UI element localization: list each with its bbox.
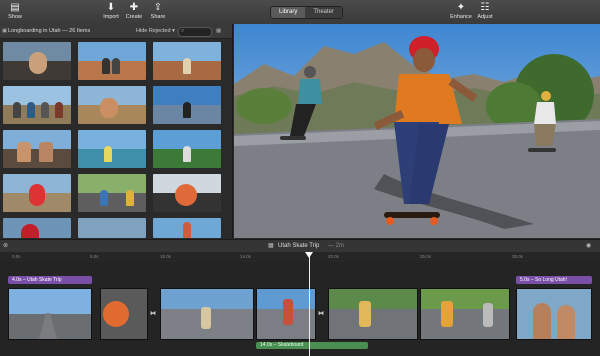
adjust-button[interactable]: ☷ Adjust bbox=[470, 2, 500, 20]
video-clip[interactable] bbox=[160, 288, 254, 340]
thumbnail[interactable] bbox=[153, 174, 221, 212]
thumbnail[interactable] bbox=[78, 86, 146, 124]
share-icon: ⇪ bbox=[153, 2, 163, 13]
ruler-tick: 10.0s bbox=[160, 254, 172, 259]
video-clip[interactable] bbox=[8, 288, 92, 340]
thumbnail[interactable] bbox=[3, 130, 71, 168]
project-title: Utah Skate Trip bbox=[278, 243, 320, 249]
sidebar-icon: ▤ bbox=[10, 2, 20, 13]
viewer-frame bbox=[234, 24, 600, 238]
search-field[interactable]: ⌕ bbox=[178, 27, 212, 37]
toolbar: ▤ Show ⬇ Import ✚ Create ⇪ Share Library… bbox=[0, 0, 600, 25]
thumbnail[interactable] bbox=[78, 42, 146, 80]
thumbnail[interactable] bbox=[78, 130, 146, 168]
ruler-tick: 0.0s bbox=[12, 254, 21, 259]
video-clip[interactable] bbox=[420, 288, 510, 340]
thumbnail[interactable] bbox=[153, 218, 221, 238]
chevron-down-icon: ▾ bbox=[172, 28, 175, 34]
viewer[interactable] bbox=[234, 24, 600, 238]
timeline-header: ⊗ ▦ Utah Skate Trip — 2m ◉ bbox=[0, 239, 600, 253]
ruler-tick: 14.0s bbox=[240, 254, 252, 259]
zoom-slider-icon[interactable]: ◉ bbox=[586, 240, 591, 252]
clip-appearance-icon[interactable]: ▦ bbox=[216, 24, 221, 38]
thumbnail[interactable] bbox=[153, 86, 221, 124]
thumbnail[interactable] bbox=[3, 174, 71, 212]
playhead-handle[interactable] bbox=[305, 252, 313, 258]
library-list-icon[interactable]: ▣ bbox=[2, 24, 7, 38]
thumbnail[interactable] bbox=[3, 42, 71, 80]
playhead[interactable] bbox=[309, 252, 310, 356]
project-icon: ▦ bbox=[268, 243, 274, 249]
ruler-tick: 30.0s bbox=[512, 254, 524, 259]
thumbnail[interactable] bbox=[78, 218, 146, 238]
video-clip[interactable] bbox=[328, 288, 418, 340]
project-duration: — 2m bbox=[328, 243, 345, 249]
event-title: Longboarding in Utah — 26 Items bbox=[8, 28, 91, 34]
transition-icon[interactable]: ⧓ bbox=[150, 310, 156, 317]
ruler-tick: 5.0s bbox=[90, 254, 99, 259]
video-clip[interactable] bbox=[516, 288, 592, 340]
timeline-tracks: 4.0s – Utah Skate Trip 5.0s – So Long Ut… bbox=[0, 262, 600, 356]
sliders-icon: ☷ bbox=[480, 2, 490, 13]
title-clip[interactable]: 4.0s – Utah Skate Trip bbox=[8, 276, 92, 284]
tab-library[interactable]: Library bbox=[271, 7, 306, 18]
filter-select[interactable]: Hide Rejected ▾ bbox=[136, 24, 175, 38]
media-browser: ▣ Longboarding in Utah — 26 Items Hide R… bbox=[0, 24, 233, 238]
ruler-tick: 20.0s bbox=[328, 254, 340, 259]
thumbnail[interactable] bbox=[78, 174, 146, 212]
thumbnail[interactable] bbox=[153, 130, 221, 168]
transition-icon[interactable]: ⧓ bbox=[318, 310, 324, 317]
video-clip[interactable] bbox=[100, 288, 148, 340]
browser-header: ▣ Longboarding in Utah — 26 Items Hide R… bbox=[0, 24, 232, 39]
audio-clip[interactable]: 14.0s – Skateboard bbox=[256, 342, 368, 349]
tab-theater[interactable]: Theater bbox=[305, 7, 343, 18]
timeline-ruler: 0.0s 5.0s 10.0s 14.0s 20.0s 25.0s 30.0s bbox=[0, 252, 600, 262]
view-switcher: Library Theater bbox=[270, 6, 344, 19]
search-icon: ⌕ bbox=[181, 28, 185, 34]
share-button[interactable]: ⇪ Share bbox=[143, 2, 173, 20]
show-button[interactable]: ▤ Show bbox=[0, 2, 30, 20]
video-clip[interactable] bbox=[256, 288, 316, 340]
thumbnail[interactable] bbox=[3, 218, 71, 238]
close-icon[interactable]: ⊗ bbox=[3, 240, 8, 252]
thumbnail[interactable] bbox=[153, 42, 221, 80]
ruler-tick: 25.0s bbox=[420, 254, 432, 259]
title-clip[interactable]: 5.0s – So Long Utah! bbox=[516, 276, 592, 284]
thumbnail[interactable] bbox=[3, 86, 71, 124]
